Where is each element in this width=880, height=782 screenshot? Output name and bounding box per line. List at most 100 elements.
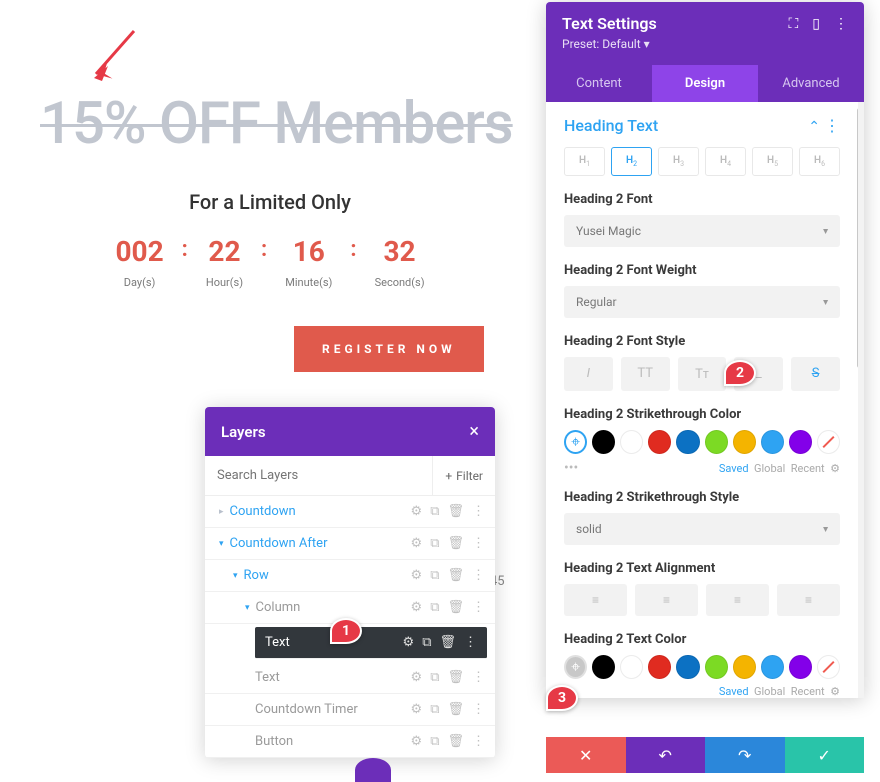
more-icon[interactable]: ⋮ [824, 116, 840, 135]
trash-icon[interactable]: 🗑 [439, 635, 456, 650]
swatch-none[interactable] [817, 655, 840, 679]
swatch-black[interactable] [592, 655, 615, 679]
swatch-blue[interactable] [676, 655, 699, 679]
more-icon[interactable]: ⋮ [834, 16, 848, 32]
more-icon[interactable]: ⋮ [472, 734, 485, 749]
undo-button[interactable]: ↶ [626, 737, 706, 773]
trash-icon[interactable]: 🗑 [447, 536, 464, 551]
trash-icon[interactable]: 🗑 [447, 670, 464, 685]
style-strikethrough[interactable]: S [791, 357, 840, 391]
cancel-button[interactable]: ✕ [546, 737, 626, 773]
swatch-red[interactable] [648, 430, 671, 454]
gear-icon[interactable]: ⚙ [411, 536, 423, 551]
more-icon[interactable]: ⋮ [472, 670, 485, 685]
swatch-yellow[interactable] [733, 430, 756, 454]
font-select[interactable]: Yusei Magic [564, 215, 840, 247]
swatch-purple[interactable] [789, 655, 812, 679]
tab-h3[interactable]: H3 [658, 147, 699, 176]
saved-label[interactable]: Saved [719, 462, 749, 475]
trash-icon[interactable]: 🗑 [447, 734, 464, 749]
search-input[interactable] [205, 456, 432, 495]
saved-label[interactable]: Saved [719, 685, 749, 698]
tab-advanced[interactable]: Advanced [758, 65, 864, 102]
gear-icon[interactable]: ⚙ [411, 568, 423, 583]
trash-icon[interactable]: 🗑 [447, 600, 464, 615]
global-label[interactable]: Global [754, 685, 785, 698]
global-label[interactable]: Global [754, 462, 785, 475]
weight-select[interactable]: Regular [564, 286, 840, 318]
style-uppercase[interactable]: TT [621, 357, 670, 391]
duplicate-icon[interactable]: ⧉ [430, 568, 439, 583]
swatch-green[interactable] [705, 430, 728, 454]
swatch-yellow[interactable] [733, 655, 756, 679]
trash-icon[interactable]: 🗑 [447, 568, 464, 583]
tab-h2[interactable]: H2 [611, 147, 652, 176]
duplicate-icon[interactable]: ⧉ [422, 635, 431, 650]
gear-icon[interactable]: ⚙ [411, 702, 423, 717]
trash-icon[interactable]: 🗑 [447, 702, 464, 717]
tab-h6[interactable]: H6 [799, 147, 840, 176]
preset-label[interactable]: Preset: Default ▾ [562, 37, 848, 51]
eyedropper-icon[interactable]: ⌖ [564, 430, 587, 454]
duplicate-icon[interactable]: ⧉ [430, 504, 439, 519]
columns-icon[interactable]: ▯ [812, 16, 820, 32]
more-icon[interactable]: ⋮ [472, 536, 485, 551]
layer-item-countdown-after[interactable]: ▾ Countdown After ⚙⧉🗑⋮ [205, 528, 495, 560]
swatch-green[interactable] [705, 655, 728, 679]
gear-icon[interactable]: ⚙ [411, 670, 423, 685]
more-icon[interactable]: ⋮ [472, 702, 485, 717]
more-icon[interactable]: ••• [564, 460, 578, 476]
more-icon[interactable]: ⋮ [464, 635, 477, 650]
gear-icon[interactable]: ⚙ [411, 600, 423, 615]
align-right[interactable]: ≡ [706, 584, 769, 616]
layer-item-text-active[interactable]: Text ⚙⧉🗑⋮ [255, 627, 487, 659]
duplicate-icon[interactable]: ⧉ [430, 670, 439, 685]
tab-content[interactable]: Content [546, 65, 652, 102]
strike-style-select[interactable]: solid [564, 513, 840, 545]
align-left[interactable]: ≡ [564, 584, 627, 616]
filter-button[interactable]: +Filter [432, 456, 495, 495]
layer-item-countdown-timer[interactable]: Countdown Timer ⚙⧉🗑⋮ [205, 694, 495, 726]
gear-icon[interactable]: ⚙ [411, 504, 423, 519]
swatch-white[interactable] [620, 430, 643, 454]
more-icon[interactable]: ⋮ [472, 504, 485, 519]
eyedropper-icon[interactable]: ⌖ [564, 655, 587, 679]
tab-design[interactable]: Design [652, 65, 758, 102]
duplicate-icon[interactable]: ⧉ [430, 734, 439, 749]
swatch-black[interactable] [592, 430, 615, 454]
tab-h5[interactable]: H5 [752, 147, 793, 176]
register-button[interactable]: REGISTER NOW [294, 326, 484, 372]
style-italic[interactable]: I [564, 357, 613, 391]
swatch-lightblue[interactable] [761, 655, 784, 679]
gear-icon[interactable]: ⚙ [830, 462, 840, 475]
duplicate-icon[interactable]: ⧉ [430, 536, 439, 551]
close-icon[interactable]: × [469, 421, 479, 442]
swatch-lightblue[interactable] [761, 430, 784, 454]
more-icon[interactable]: ⋮ [472, 600, 485, 615]
gear-icon[interactable]: ⚙ [403, 635, 415, 650]
swatch-blue[interactable] [676, 430, 699, 454]
layer-item-countdown[interactable]: ▸ Countdown ⚙ ⧉ 🗑 ⋮ [205, 496, 495, 528]
expand-icon[interactable]: ⛶ [788, 16, 798, 32]
align-center[interactable]: ≡ [635, 584, 698, 616]
redo-button[interactable]: ↷ [705, 737, 785, 773]
align-justify[interactable]: ≡ [777, 584, 840, 616]
swatch-purple[interactable] [789, 430, 812, 454]
style-smallcaps[interactable]: Tᴛ [678, 357, 727, 391]
swatch-none[interactable] [817, 430, 840, 454]
tab-h1[interactable]: H1 [564, 147, 605, 176]
save-button[interactable]: ✓ [785, 737, 865, 773]
more-icon[interactable]: ⋮ [472, 568, 485, 583]
gear-icon[interactable]: ⚙ [411, 734, 423, 749]
trash-icon[interactable]: 🗑 [447, 504, 464, 519]
recent-label[interactable]: Recent [791, 462, 825, 475]
swatch-red[interactable] [648, 655, 671, 679]
divi-fab[interactable] [355, 758, 391, 782]
gear-icon[interactable]: ⚙ [830, 685, 840, 698]
layer-item-row[interactable]: ▾ Row ⚙⧉🗑⋮ [205, 560, 495, 592]
duplicate-icon[interactable]: ⧉ [430, 702, 439, 717]
layer-item-button[interactable]: Button ⚙⧉🗑⋮ [205, 726, 495, 758]
layer-item-text[interactable]: Text ⚙⧉🗑⋮ [205, 662, 495, 694]
tab-h4[interactable]: H4 [705, 147, 746, 176]
section-heading-text[interactable]: Heading Text ⌃ ⋮ [564, 116, 840, 135]
